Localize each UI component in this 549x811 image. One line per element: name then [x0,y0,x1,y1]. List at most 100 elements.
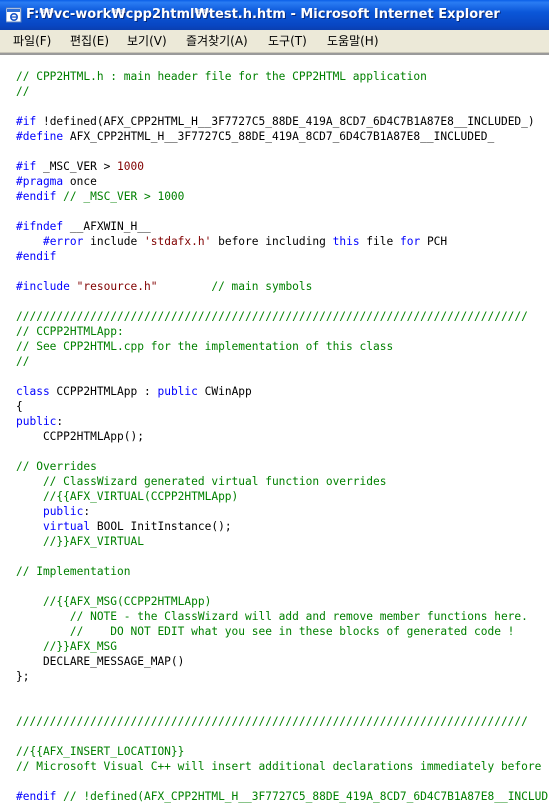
code-token-text: : [56,415,64,428]
code-token-comment: // [16,85,30,98]
code-line: #endif [16,249,56,264]
code-token-comment: // CPP2HTML.h : main header file for the… [16,70,427,83]
code-line: class CCPP2HTMLApp : public CWinApp [16,384,252,399]
code-token-kw: #define [16,130,64,143]
code-token-comment: //}}AFX_VIRTUAL [16,535,144,548]
code-token-comment: //{{AFX_VIRTUAL(CCPP2HTMLApp) [16,490,239,503]
code-token-comment: // CCPP2HTMLApp: [16,325,124,338]
code-line: CCPP2HTMLApp(); [16,429,144,444]
code-line: //}}AFX_VIRTUAL [16,534,144,549]
code-token-text: AFX_CPP2HTML_H__3F7727C5_88DE_419A_8CD7_… [63,130,495,143]
code-line: // DO NOT EDIT what you see in these blo… [16,624,515,639]
menu-bar: 파일(F) 편집(E) 보기(V) 즐겨찾기(A) 도구(T) 도움말(H) [0,30,549,53]
code-line: #pragma once [16,174,97,189]
code-token-text: PCH [420,235,448,248]
menu-favorites[interactable]: 즐겨찾기(A) [186,30,248,52]
code-token-comment: ////////////////////////////////////////… [16,310,528,323]
code-token-comment: // main symbols [157,280,313,293]
code-token-comment: // NOTE - the ClassWizard will add and r… [16,610,528,623]
code-token-text: CWinApp [197,385,252,398]
code-token-str: 'stdafx.h' [144,235,212,248]
code-line: // CPP2HTML.h : main header file for the… [16,69,427,84]
code-token-text: !defined(AFX_CPP2HTML_H__3F7727C5_88DE_4… [36,115,535,128]
menu-tools[interactable]: 도구(T) [268,30,307,52]
code-line: #if _MSC_VER > 1000 [16,159,144,174]
code-token-comment: // Implementation [16,565,131,578]
code-line: public: [16,504,90,519]
window-title: F:₩vc-work₩cpp2html₩test.h.htm - Microso… [26,7,500,22]
code-token-kw: #pragma [16,175,64,188]
code-token-text: _MSC_VER > [36,160,118,173]
code-token-comment: //{{AFX_MSG(CCPP2HTMLApp) [16,595,212,608]
code-token-kw: #include [16,280,70,293]
code-token-kw: class [16,385,50,398]
code-token-comment: // See CPP2HTML.cpp for the implementati… [16,340,394,353]
code-token-kw: for [399,235,421,248]
code-line: //{{AFX_MSG(CCPP2HTMLApp) [16,594,211,609]
code-line: // NOTE - the ClassWizard will add and r… [16,609,528,624]
code-token-text: CCPP2HTMLApp : [49,385,158,398]
code-line: #if !defined(AFX_CPP2HTML_H__3F7727C5_88… [16,114,535,129]
code-line: // Microsoft Visual C++ will insert addi… [16,759,541,774]
code-line: // CCPP2HTMLApp: [16,324,124,339]
code-line: #ifndef __AFXWIN_H__ [16,219,151,234]
code-token-kw: #if [16,160,37,173]
code-token-comment: //}}AFX_MSG [16,640,118,653]
menu-help[interactable]: 도움말(H) [327,30,379,52]
code-token-text: include [83,235,144,248]
code-line: //}}AFX_MSG [16,639,117,654]
code-token-comment: // !defined(AFX_CPP2HTML_H__3F7727C5_88D… [56,790,549,803]
code-token-comment: ////////////////////////////////////////… [16,715,528,728]
menu-edit[interactable]: 편집(E) [70,30,109,52]
code-token-kw: #if [16,115,37,128]
code-line: { [16,399,23,414]
code-line: // Implementation [16,564,131,579]
code-token-kw: public [16,415,57,428]
code-line: // [16,354,29,369]
code-token-text: file [359,235,400,248]
code-token-comment: // Microsoft Visual C++ will insert addi… [16,760,542,773]
code-line: //{{AFX_VIRTUAL(CCPP2HTMLApp) [16,489,238,504]
code-token-str: 1000 [117,160,144,173]
code-token-comment: // [16,355,30,368]
code-line: ////////////////////////////////////////… [16,714,528,729]
code-token-text: : [83,505,91,518]
code-token-kw: #ifndef [16,220,64,233]
menu-view[interactable]: 보기(V) [127,30,167,52]
code-line: //{{AFX_INSERT_LOCATION}} [16,744,184,759]
code-line: DECLARE_MESSAGE_MAP() [16,654,184,669]
code-line: #endif // _MSC_VER > 1000 [16,189,184,204]
code-line: // [16,84,29,99]
code-token-kw: #error [42,235,84,248]
code-token-text: CCPP2HTMLApp(); [16,430,144,443]
code-token-kw: virtual [42,520,91,533]
code-token-kw: #endif [16,790,57,803]
code-token-text: BOOL InitInstance(); [90,520,232,533]
code-token-comment: // ClassWizard generated virtual functio… [16,475,387,488]
code-token-kw: this [332,235,360,248]
title-bar[interactable]: F:₩vc-work₩cpp2html₩test.h.htm - Microso… [0,0,549,30]
ie-icon [6,7,22,23]
code-line: #endif // !defined(AFX_CPP2HTML_H__3F772… [16,789,549,804]
code-token-kw: #endif [16,190,57,203]
code-token-str: "resource.h" [76,280,158,293]
page-content[interactable]: // CPP2HTML.h : main header file for the… [0,53,549,811]
code-token-text: once [63,175,97,188]
code-line: ////////////////////////////////////////… [16,309,528,324]
code-line: #include "resource.h" // main symbols [16,279,312,294]
menu-file[interactable]: 파일(F) [13,30,51,52]
code-line: #define AFX_CPP2HTML_H__3F7727C5_88DE_41… [16,129,494,144]
code-line: // See CPP2HTML.cpp for the implementati… [16,339,393,354]
code-token-text: before including [211,235,333,248]
code-token-text: DECLARE_MESSAGE_MAP() [16,655,185,668]
code-token-kw: public [157,385,198,398]
code-token-kw: public [42,505,84,518]
code-token-text: { [16,400,23,413]
code-token-text: __AFXWIN_H__ [63,220,151,233]
code-token-comment: // _MSC_VER > 1000 [56,190,185,203]
code-line: virtual BOOL InitInstance(); [16,519,232,534]
code-token-comment: //{{AFX_INSERT_LOCATION}} [16,745,185,758]
